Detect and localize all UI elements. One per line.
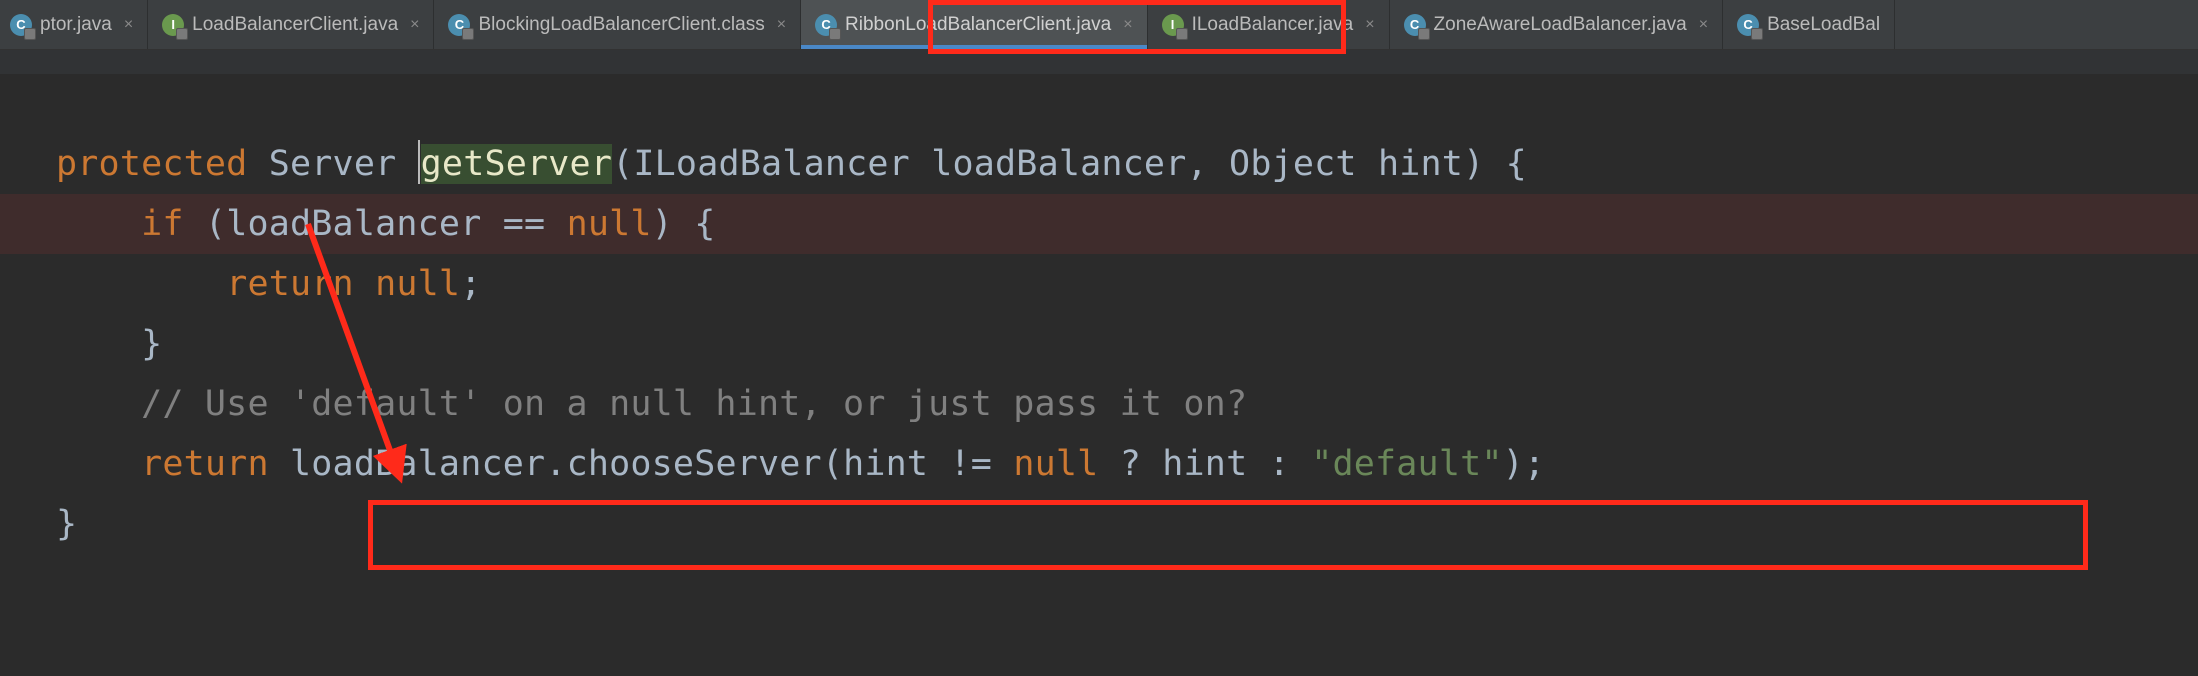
editor-tab-bar: C ptor.java × I LoadBalancerClient.java … — [0, 0, 2198, 50]
code-line: return loadBalancer.chooseServer(hint !=… — [0, 434, 2198, 494]
close-icon[interactable]: × — [1123, 16, 1132, 34]
close-icon[interactable]: × — [124, 16, 133, 34]
editor-tab[interactable]: C BaseLoadBal — [1723, 0, 1895, 49]
lock-icon — [176, 28, 188, 40]
close-icon[interactable]: × — [410, 16, 419, 34]
java-interface-icon: I — [162, 14, 184, 36]
code-line: } — [0, 494, 2198, 554]
java-class-icon: C — [1737, 14, 1759, 36]
lock-icon — [1418, 28, 1430, 40]
code-line: } — [0, 314, 2198, 374]
editor-tab[interactable]: I LoadBalancerClient.java × — [148, 0, 434, 49]
java-class-icon: C — [448, 14, 470, 36]
close-icon[interactable]: × — [1699, 16, 1708, 34]
code-line: // Use 'default' on a null hint, or just… — [0, 374, 2198, 434]
lock-icon — [1751, 28, 1763, 40]
code-line: if (loadBalancer == null) { — [0, 194, 2198, 254]
tab-label: BlockingLoadBalancerClient.class — [478, 14, 764, 36]
code-line: return null; — [0, 254, 2198, 314]
lock-icon — [1176, 28, 1188, 40]
tab-label: RibbonLoadBalancerClient.java — [845, 14, 1111, 36]
close-icon[interactable]: × — [777, 16, 786, 34]
text-caret — [418, 140, 420, 184]
editor-tab-active[interactable]: C RibbonLoadBalancerClient.java × — [801, 0, 1148, 49]
java-interface-icon: I — [1162, 14, 1184, 36]
tab-label: ZoneAwareLoadBalancer.java — [1434, 14, 1687, 36]
lock-icon — [24, 28, 36, 40]
lock-icon — [829, 28, 841, 40]
java-class-icon: C — [1404, 14, 1426, 36]
tab-label: ptor.java — [40, 14, 112, 36]
editor-tab[interactable]: C BlockingLoadBalancerClient.class × — [434, 0, 801, 49]
java-class-icon: C — [10, 14, 32, 36]
tab-label: BaseLoadBal — [1767, 14, 1880, 36]
code-line: protected Server getServer(ILoadBalancer… — [0, 134, 2198, 194]
close-icon[interactable]: × — [1365, 16, 1374, 34]
editor-tab[interactable]: I ILoadBalancer.java × — [1148, 0, 1390, 49]
lock-icon — [462, 28, 474, 40]
java-class-icon: C — [815, 14, 837, 36]
breadcrumb-strip — [0, 50, 2198, 74]
tab-label: ILoadBalancer.java — [1192, 14, 1354, 36]
code-editor[interactable]: protected Server getServer(ILoadBalancer… — [0, 74, 2198, 554]
editor-tab[interactable]: C ptor.java × — [0, 0, 148, 49]
editor-tab[interactable]: C ZoneAwareLoadBalancer.java × — [1390, 0, 1724, 49]
tab-label: LoadBalancerClient.java — [192, 14, 398, 36]
